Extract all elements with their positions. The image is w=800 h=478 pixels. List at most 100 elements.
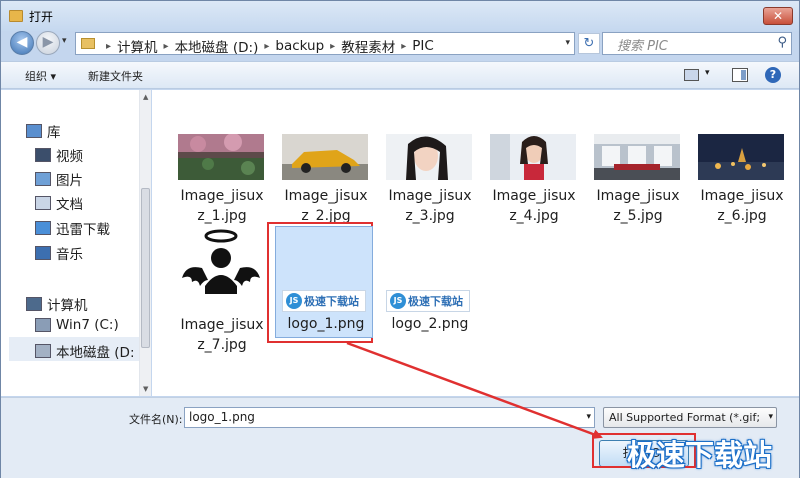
help-icon[interactable]: ? <box>765 67 781 83</box>
file-type-select[interactable]: All Supported Format (*.gif;* ▾ <box>603 407 777 428</box>
file-name: Image_jisux <box>180 317 264 333</box>
breadcrumb-item[interactable]: 教程素材 <box>341 36 395 56</box>
filename-input[interactable]: logo_1.png ▾ <box>184 407 595 428</box>
file-thumbnail <box>698 134 784 180</box>
sidebar-item-label: 本地磁盘 (D: <box>56 345 135 361</box>
refresh-button[interactable]: ↻ <box>578 33 600 54</box>
sidebar-item-label: 音乐 <box>56 247 83 263</box>
title-bar: 打开 ✕ <box>1 1 799 31</box>
chevron-down-icon: ▾ <box>768 412 773 422</box>
forward-button[interactable]: ▶ <box>36 31 60 55</box>
chevron-down-icon[interactable]: ▾ <box>705 68 710 78</box>
folder-icon <box>81 38 95 49</box>
file-tile[interactable]: JS 极速下载站 logo_2.png <box>380 230 480 340</box>
file-thumbnail <box>282 134 368 180</box>
chevron-down-icon[interactable]: ▾ <box>586 412 591 422</box>
file-name-line2: z_4.jpg <box>509 208 559 224</box>
filename-label: 文件名(N): <box>129 413 183 426</box>
document-icon <box>35 196 51 210</box>
recent-locations-icon[interactable]: ▾ <box>62 36 67 46</box>
sidebar-item[interactable]: Win7 (C:) <box>35 317 119 333</box>
sidebar-item[interactable]: 音乐 <box>35 243 83 263</box>
file-name: Image_jisux <box>284 188 368 204</box>
file-name: Image_jisux <box>388 188 472 204</box>
file-name-line2: z_1.jpg <box>197 208 247 224</box>
computer-icon <box>26 297 42 311</box>
file-tile[interactable]: Image_jisux z_7.jpg <box>172 229 272 353</box>
file-thumbnail: JS 极速下载站 <box>386 290 470 312</box>
scroll-up-icon[interactable]: ▲ <box>143 93 148 101</box>
library-icon <box>26 124 42 138</box>
file-thumbnail <box>594 134 680 180</box>
new-folder-button[interactable]: 新建文件夹 <box>88 68 143 84</box>
sidebar-item[interactable]: 视频 <box>35 145 83 165</box>
sidebar-item-label: 图片 <box>56 173 83 189</box>
navigation-scrollbar[interactable]: ▲ ▼ <box>139 90 151 396</box>
file-list: Image_jisux z_1.jpg Image_jisux z_2.jpg Imag… <box>152 90 799 396</box>
close-button[interactable]: ✕ <box>763 7 793 25</box>
file-tile[interactable]: Image_jisux z_5.jpg <box>588 134 688 244</box>
sidebar-item-label: Win7 (C:) <box>56 317 119 333</box>
preview-pane-icon[interactable] <box>732 68 748 82</box>
breadcrumb-sep[interactable]: ▸ <box>401 41 406 52</box>
sidebar-item-label: 计算机 <box>47 298 88 314</box>
sidebar-item[interactable]: 本地磁盘 (D: <box>35 341 135 361</box>
logo-badge-icon: JS <box>390 293 406 309</box>
back-button[interactable]: ◀ <box>10 31 34 55</box>
sidebar-item[interactable]: 文档 <box>35 193 83 213</box>
chevron-down-icon[interactable]: ▾ <box>565 38 570 48</box>
file-tile[interactable]: JS 极速下载站 logo_1.png <box>275 226 376 340</box>
breadcrumb-item[interactable]: 计算机 <box>117 36 158 56</box>
breadcrumb-sep[interactable]: ▸ <box>106 41 111 52</box>
scroll-down-icon[interactable]: ▼ <box>143 385 148 393</box>
file-name: Image_jisux <box>180 188 264 204</box>
sidebar-item-label: 视频 <box>56 149 83 165</box>
drive-d-icon <box>35 344 51 358</box>
file-thumbnail <box>386 134 472 180</box>
file-name-line2: z_3.jpg <box>405 208 455 224</box>
breadcrumb-sep[interactable]: ▸ <box>264 41 269 52</box>
scrollbar-thumb[interactable] <box>141 188 150 348</box>
sidebar-item-label: 迅雷下载 <box>56 222 110 238</box>
sidebar-item[interactable]: 迅雷下载 <box>35 218 110 238</box>
file-name: Image_jisux <box>492 188 576 204</box>
picture-icon <box>35 172 51 186</box>
breadcrumb-sep[interactable]: ▸ <box>330 41 335 52</box>
file-tile[interactable]: Image_jisux z_4.jpg <box>484 134 584 244</box>
logo-text: 极速下载站 <box>408 295 463 308</box>
breadcrumb-item[interactable]: backup <box>275 38 324 54</box>
file-tile[interactable]: Image_jisux z_3.jpg <box>380 134 480 244</box>
dialog-footer: 文件名(N): logo_1.png ▾ All Supported Forma… <box>1 397 799 478</box>
sidebar-item[interactable]: 库 <box>26 121 61 141</box>
search-input[interactable]: 搜索 PIC ⚲ <box>602 32 792 55</box>
sidebar-item-label: 库 <box>47 125 61 141</box>
file-name: Image_jisux <box>596 188 680 204</box>
file-name-line2: z_6.jpg <box>717 208 767 224</box>
breadcrumb-item[interactable]: 本地磁盘 (D:) <box>175 36 259 56</box>
search-icon: ⚲ <box>777 35 787 50</box>
drive-c-icon <box>35 318 51 332</box>
file-tile[interactable]: Image_jisux z_6.jpg <box>692 134 792 244</box>
logo-text: 极速下载站 <box>304 295 359 308</box>
address-bar[interactable]: ▸ 计算机 ▸ 本地磁盘 (D:) ▸ backup ▸ 教程素材 ▸ PIC ▾ <box>75 32 575 56</box>
file-name-line2: z_7.jpg <box>197 337 247 353</box>
file-type-value: All Supported Format (*.gif;* <box>609 411 759 424</box>
view-icon[interactable] <box>684 69 699 81</box>
breadcrumb: ▸ 计算机 ▸ 本地磁盘 (D:) ▸ backup ▸ 教程素材 ▸ PIC <box>100 36 434 56</box>
file-thumbnail <box>490 134 576 180</box>
organize-button[interactable]: 组织 ▾ <box>25 68 56 84</box>
open-file-dialog: 打开 ✕ ◀ ▶ ▾ ▸ 计算机 ▸ 本地磁盘 (D:) ▸ backup ▸ 教程素材 ▸ PI… <box>0 0 800 478</box>
watermark: 极速下载站 <box>627 438 773 472</box>
file-name: logo_2.png <box>391 316 469 332</box>
file-thumbnail <box>178 224 264 308</box>
music-icon <box>35 246 51 260</box>
search-placeholder: 搜索 PIC <box>617 39 668 54</box>
logo-badge-icon: JS <box>286 293 302 309</box>
sidebar-item[interactable]: 图片 <box>35 169 83 189</box>
window-title: 打开 <box>29 10 54 24</box>
filename-value: logo_1.png <box>189 410 255 424</box>
file-thumbnail <box>178 134 264 180</box>
breadcrumb-item[interactable]: PIC <box>412 38 434 54</box>
breadcrumb-sep[interactable]: ▸ <box>164 41 169 52</box>
sidebar-item[interactable]: 计算机 <box>26 294 88 314</box>
